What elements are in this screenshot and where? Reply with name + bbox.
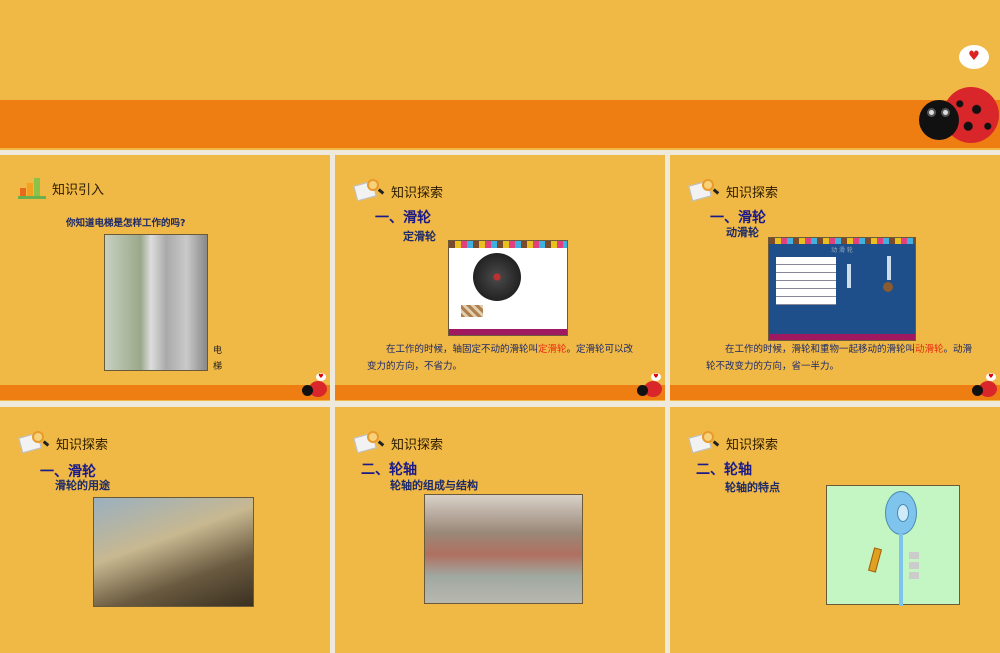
- slide-header: 知识探索: [56, 437, 109, 453]
- magnifier-icon: [688, 177, 720, 205]
- subtitle: 动滑轮: [726, 226, 759, 239]
- wheel-axle-diagram: [826, 485, 960, 606]
- section-title: 二、轮轴: [696, 462, 752, 478]
- elevator-photo: [104, 234, 208, 371]
- magnifier-icon: [688, 429, 720, 457]
- section-title: 一、滑轮: [375, 210, 431, 226]
- definition-text: 在工作的时候，滑轮和重物一起移动的滑轮叫动滑轮。动滑轮不改变力的方向，省一半力。: [706, 344, 973, 372]
- subtitle: 定滑轮: [403, 230, 436, 243]
- wheel-axle-photo: [424, 494, 583, 604]
- slide-header: 知识探索: [726, 437, 779, 453]
- heart-bubble: ♥: [959, 45, 989, 69]
- magnifier-icon: [353, 429, 385, 457]
- slide-thumbnail-6[interactable]: 知识探索 二、轮轴 轮轴的特点: [670, 407, 1000, 653]
- ladybug-icon: ♥: [637, 373, 663, 399]
- slide-header: 知识引入: [52, 182, 105, 198]
- slide-thumbnail-5[interactable]: 知识探索 二、轮轴 轮轴的组成与结构: [335, 407, 665, 653]
- slide-thumbnail-2[interactable]: 知识探索 一、滑轮 定滑轮 在工作的时候，轴固定不动的滑轮叫定滑轮。定滑轮可以改…: [335, 155, 665, 401]
- ladybug-icon: ♥: [972, 373, 998, 399]
- fixed-pulley-animation: [448, 240, 568, 336]
- magnifier-icon: [18, 429, 50, 457]
- definition-text: 在工作的时候，轴固定不动的滑轮叫定滑轮。定滑轮可以改变力的方向，不省力。: [367, 344, 634, 372]
- caption: 电梯: [213, 346, 223, 372]
- subtitle: 滑轮的用途: [55, 479, 110, 492]
- question-text: 你知道电梯是怎样工作的吗?: [66, 218, 186, 229]
- movable-pulley-animation: 动 滑 轮: [768, 237, 916, 341]
- ladybug-icon: ♥: [302, 373, 328, 399]
- orange-band: [0, 100, 1000, 148]
- subtitle: 轮轴的组成与结构: [390, 479, 478, 492]
- slide-thumbnail-3[interactable]: 知识探索 一、滑轮 动滑轮 动 滑 轮 在工作的时候，滑轮和重物一起移动的滑轮叫…: [670, 155, 1000, 401]
- chart-icon: [18, 177, 46, 199]
- slide-thumbnail-1[interactable]: 知识引入 你知道电梯是怎样工作的吗? 电梯 ♥: [0, 155, 330, 401]
- slide-header: 知识探索: [726, 185, 779, 201]
- subtitle: 轮轴的特点: [725, 481, 780, 494]
- scaffolding-photo: [93, 497, 254, 607]
- section-title: 二、轮轴: [361, 462, 417, 478]
- title-slide-thumbnail[interactable]: ♥: [0, 0, 1000, 150]
- slide-header: 知识探索: [391, 185, 444, 201]
- magnifier-icon: [353, 177, 385, 205]
- slide-header: 知识探索: [391, 437, 444, 453]
- ladybug-icon: ♥: [915, 45, 1000, 150]
- slide-thumbnail-4[interactable]: 知识探索 一、滑轮 滑轮的用途: [0, 407, 330, 653]
